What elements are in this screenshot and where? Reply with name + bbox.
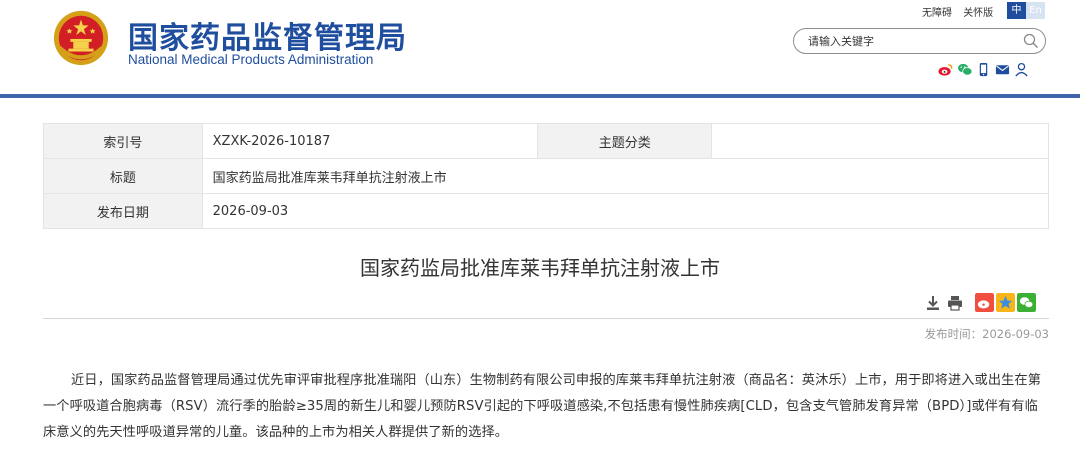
- top-links: 无障碍 关怀版: [922, 4, 1001, 19]
- site-header: 国家药品监督管理局 National Medical Products Admi…: [0, 0, 1080, 94]
- search-icon[interactable]: [1023, 33, 1039, 49]
- publish-time: 发布时间：2026-09-03: [924, 327, 1049, 341]
- user-icon[interactable]: [1014, 62, 1029, 77]
- table-row: 标题 国家药监局批准库莱韦拜单抗注射液上市: [43, 158, 1050, 194]
- weibo-icon[interactable]: [938, 62, 953, 77]
- category-label: 主题分类: [537, 123, 713, 159]
- site-title-cn[interactable]: 国家药品监督管理局: [128, 13, 407, 57]
- national-emblem-logo[interactable]: [52, 9, 110, 67]
- lang-en-button[interactable]: En: [1026, 2, 1045, 19]
- wechat-icon[interactable]: [957, 62, 973, 77]
- language-switch: 中 En: [1007, 2, 1045, 19]
- mobile-icon[interactable]: [976, 62, 991, 77]
- table-row: 发布日期 2026-09-03: [43, 193, 1050, 229]
- mail-icon[interactable]: [995, 62, 1010, 77]
- article-meta-table: 索引号 XZXK-2026-10187 主题分类 标题 国家药监局批准库莱韦拜单…: [43, 123, 1050, 229]
- lang-cn-button[interactable]: 中: [1007, 2, 1026, 19]
- social-links: [938, 62, 1029, 77]
- elderly-mode-link[interactable]: 关怀版: [963, 8, 993, 19]
- index-value: XZXK-2026-10187: [201, 123, 539, 159]
- header-divider-bar: [0, 94, 1080, 98]
- date-value: 2026-09-03: [201, 193, 1050, 229]
- site-title-en[interactable]: National Medical Products Administration: [128, 52, 373, 67]
- article-title: 国家药监局批准库莱韦拜单抗注射液上市: [360, 256, 720, 280]
- title-value: 国家药监局批准库莱韦拜单抗注射液上市: [201, 158, 1050, 194]
- search-box: [793, 28, 1046, 54]
- table-row: 索引号 XZXK-2026-10187 主题分类: [43, 123, 1049, 159]
- share-wechat-icon[interactable]: [1017, 293, 1036, 312]
- article-body: 近日，国家药品监督管理局通过优先审评审批程序批准瑞阳（山东）生物制药有限公司申报…: [43, 373, 1041, 440]
- accessibility-link[interactable]: 无障碍: [922, 8, 952, 19]
- share-qzone-icon[interactable]: [996, 293, 1015, 312]
- search-input[interactable]: [808, 32, 1008, 50]
- title-label: 标题: [43, 158, 203, 194]
- index-label: 索引号: [43, 123, 203, 159]
- category-value: [711, 123, 1049, 159]
- title-divider: [43, 318, 1049, 319]
- date-label: 发布日期: [43, 193, 203, 229]
- share-weibo-icon[interactable]: [975, 293, 994, 312]
- download-icon[interactable]: [925, 295, 941, 311]
- article-tools: [925, 293, 1036, 312]
- print-icon[interactable]: [947, 295, 963, 311]
